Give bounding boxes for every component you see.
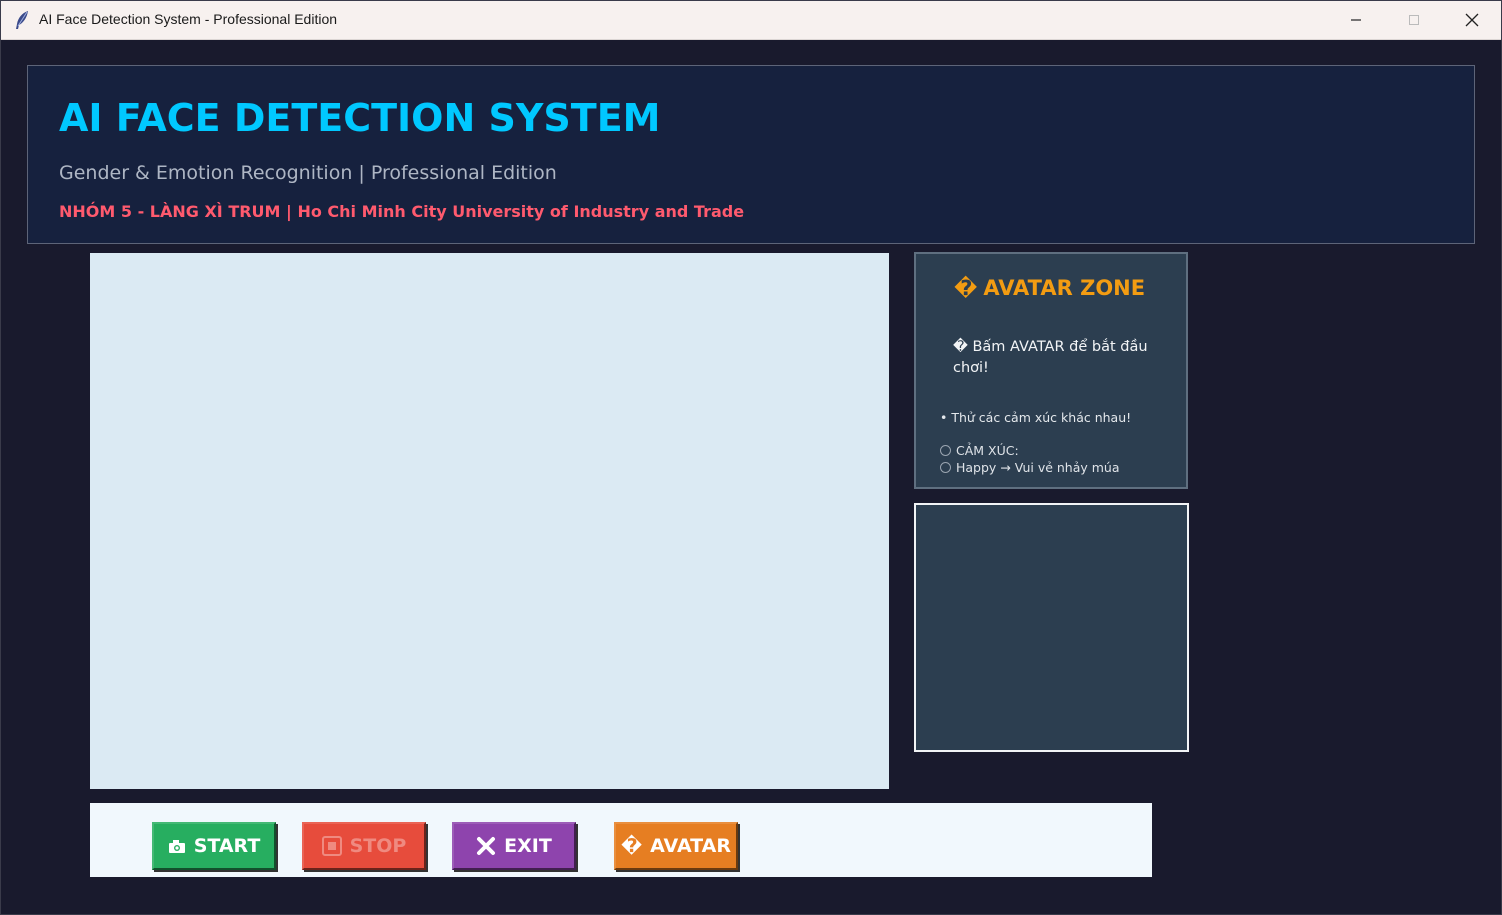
window-title: AI Face Detection System - Professional … [39, 11, 338, 27]
avatar-display-canvas [914, 503, 1189, 752]
emotions-heading: CẢM XÚC: [940, 443, 1019, 458]
title-bar[interactable]: AI Face Detection System - Professional … [1, 1, 1501, 40]
camera-icon [168, 838, 186, 854]
stop-square-icon [321, 836, 342, 856]
smiley-icon [940, 462, 951, 473]
emotions-heading-text: CẢM XÚC: [956, 443, 1019, 458]
close-button[interactable] [1443, 1, 1501, 39]
avatar-zone-title-text: AVATAR ZONE [983, 276, 1146, 300]
maximize-button[interactable] [1385, 1, 1443, 39]
exit-button[interactable]: EXIT [452, 822, 576, 870]
avatar-zone-hint: � Bấm AVATAR để bắt đầu chơi! [953, 339, 1148, 376]
start-button-label: START [193, 835, 261, 857]
avatar-zone-title: � AVATAR ZONE [954, 276, 1145, 300]
control-bar: START STOP EXIT � AVATAR [90, 803, 1152, 877]
team-credits: NHÓM 5 - LÀNG XÌ TRUM | Ho Chi Minh City… [59, 202, 745, 221]
avatar-zone-glyph: � [954, 276, 978, 300]
avatar-zone-panel: � AVATAR ZONE � Bấm AVATAR để bắt đầu chơ… [914, 252, 1188, 489]
page-title: AI FACE DETECTION SYSTEM [59, 96, 661, 140]
header-panel: AI FACE DETECTION SYSTEM Gender & Emotio… [27, 65, 1475, 244]
start-button[interactable]: START [152, 822, 276, 870]
exit-button-label: EXIT [504, 835, 552, 857]
avatar-button[interactable]: � AVATAR [614, 822, 738, 870]
feather-icon [13, 10, 31, 30]
stop-button-label: STOP [349, 835, 407, 857]
close-x-icon [476, 836, 496, 856]
stop-button[interactable]: STOP [302, 822, 426, 870]
emotion-item-text: Happy → Vui vẻ nhảy múa [956, 460, 1120, 475]
avatar-button-glyph: � [620, 835, 643, 857]
app-window: AI Face Detection System - Professional … [0, 0, 1502, 915]
camera-feed-canvas [90, 253, 889, 789]
page-subtitle: Gender & Emotion Recognition | Professio… [59, 162, 557, 184]
avatar-zone-tip: • Thử các cảm xúc khác nhau! [940, 410, 1132, 425]
minimize-button[interactable] [1327, 1, 1385, 39]
emotion-item: Happy → Vui vẻ nhảy múa [940, 460, 1120, 475]
smiley-icon [940, 445, 951, 456]
avatar-button-label: AVATAR [650, 835, 732, 857]
